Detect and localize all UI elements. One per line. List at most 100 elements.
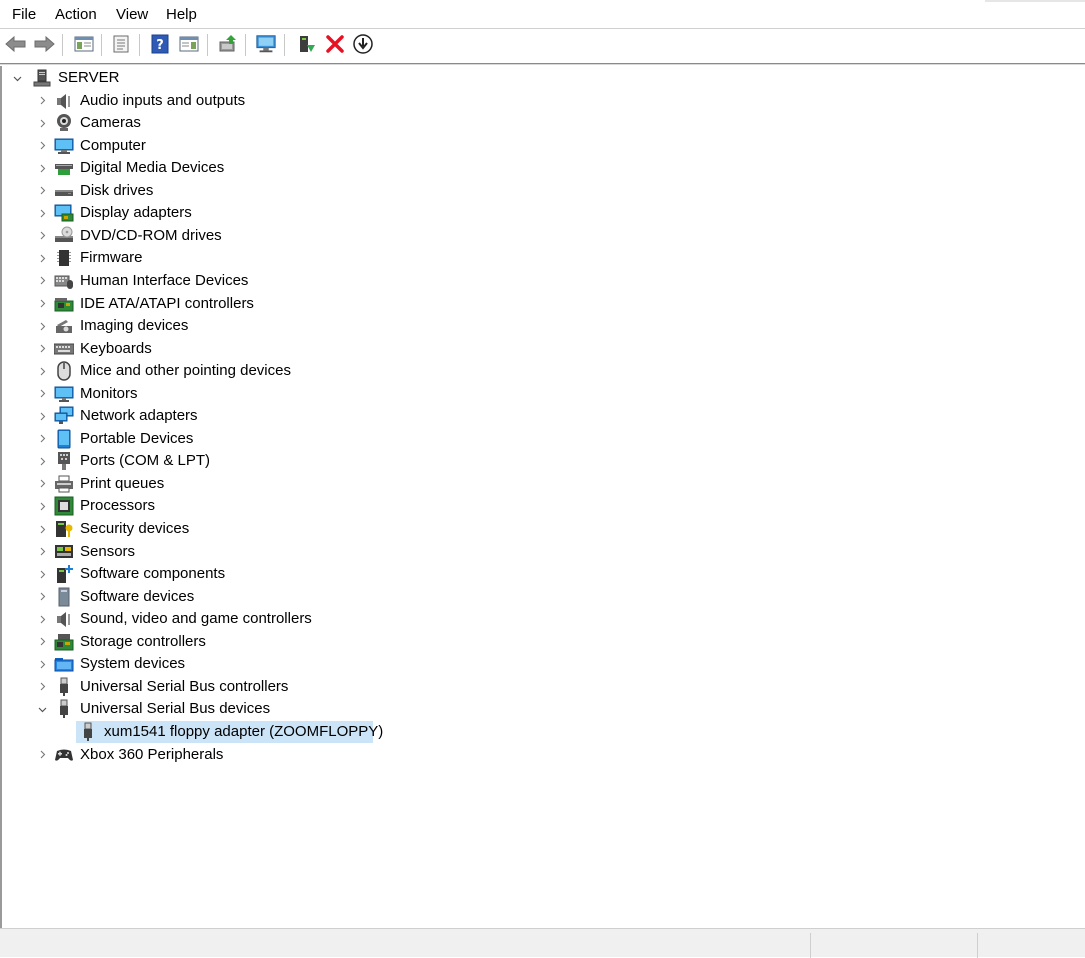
help-icon[interactable]: ?: [149, 33, 171, 55]
download-icon[interactable]: [352, 33, 374, 55]
expand-chevron-icon[interactable]: [37, 608, 47, 630]
mouse-icon: [54, 361, 74, 381]
device-category-item[interactable]: Imaging devices: [80, 315, 188, 337]
svg-text:?: ?: [156, 38, 164, 53]
device-category-item[interactable]: IDE ATA/ATAPI controllers: [80, 293, 254, 315]
network-icon: [54, 406, 74, 426]
expand-chevron-icon[interactable]: [37, 112, 47, 134]
expand-chevron-icon[interactable]: [37, 90, 47, 112]
device-category-item[interactable]: Universal Serial Bus devices: [80, 698, 270, 720]
expand-chevron-icon[interactable]: [37, 563, 47, 585]
device-category-item[interactable]: Software devices: [80, 586, 194, 608]
expand-chevron-icon[interactable]: [37, 270, 47, 292]
properties-icon[interactable]: [110, 33, 132, 55]
expand-chevron-icon[interactable]: [37, 180, 47, 202]
dvd-drive-icon: [54, 226, 74, 246]
media-device-icon: [54, 158, 74, 178]
expand-chevron-icon[interactable]: [37, 383, 47, 405]
expand-chevron-icon[interactable]: [37, 495, 47, 517]
window-edge: [985, 0, 1085, 2]
forward-icon[interactable]: [33, 33, 55, 55]
speaker-icon: [54, 609, 74, 629]
camera-icon: [54, 113, 74, 133]
port-icon: [54, 451, 74, 471]
expand-chevron-icon[interactable]: [37, 676, 47, 698]
toolbar-separator: [101, 34, 102, 56]
device-category-item[interactable]: Mice and other pointing devices: [80, 360, 291, 382]
expand-chevron-icon[interactable]: [37, 293, 47, 315]
expand-chevron-icon[interactable]: [37, 157, 47, 179]
device-category-item[interactable]: Monitors: [80, 383, 138, 405]
software-device-icon: [54, 587, 74, 607]
device-category-item[interactable]: Processors: [80, 495, 155, 517]
device-category-item[interactable]: System devices: [80, 653, 185, 675]
usb-icon: [54, 699, 74, 719]
device-category-item[interactable]: Portable Devices: [80, 428, 193, 450]
show-action-pane-icon[interactable]: [178, 33, 200, 55]
collapse-chevron-icon[interactable]: [12, 67, 22, 89]
device-category-item[interactable]: Human Interface Devices: [80, 270, 248, 292]
expand-chevron-icon[interactable]: [37, 518, 47, 540]
toolbar-separator: [245, 34, 246, 56]
menu-file[interactable]: File: [12, 6, 36, 24]
menu-help[interactable]: Help: [166, 6, 197, 24]
expand-chevron-icon[interactable]: [37, 338, 47, 360]
device-category-item[interactable]: Cameras: [80, 112, 141, 134]
expand-chevron-icon[interactable]: [37, 744, 47, 766]
device-category-item[interactable]: Software components: [80, 563, 225, 585]
gamepad-icon: [54, 745, 74, 765]
device-category-item[interactable]: Storage controllers: [80, 631, 206, 653]
device-category-item[interactable]: Security devices: [80, 518, 189, 540]
device-category-item[interactable]: Network adapters: [80, 405, 198, 427]
show-hide-console-tree-icon[interactable]: [73, 33, 95, 55]
update-driver-icon[interactable]: [217, 33, 239, 55]
device-category-item[interactable]: Sound, video and game controllers: [80, 608, 312, 630]
toolbar-border-shadow: [0, 64, 1085, 65]
portable-device-icon: [54, 429, 74, 449]
enable-device-icon[interactable]: [295, 33, 317, 55]
device-category-item[interactable]: Keyboards: [80, 338, 152, 360]
device-category-item[interactable]: Firmware: [80, 247, 143, 269]
collapse-chevron-icon[interactable]: [37, 698, 47, 720]
expand-chevron-icon[interactable]: [37, 247, 47, 269]
expand-chevron-icon[interactable]: [37, 360, 47, 382]
scan-hardware-icon[interactable]: [255, 33, 277, 55]
computer-icon: [54, 136, 74, 156]
device-category-item[interactable]: Audio inputs and outputs: [80, 90, 245, 112]
hid-icon: [54, 271, 74, 291]
expand-chevron-icon[interactable]: [37, 315, 47, 337]
expand-chevron-icon[interactable]: [37, 653, 47, 675]
expand-chevron-icon[interactable]: [37, 586, 47, 608]
expand-chevron-icon[interactable]: [37, 541, 47, 563]
device-category-item[interactable]: Display adapters: [80, 202, 192, 224]
device-tree[interactable]: SERVER Audio inputs and outputs Cameras Com…: [0, 66, 1085, 928]
expand-chevron-icon[interactable]: [37, 473, 47, 495]
expand-chevron-icon[interactable]: [37, 405, 47, 427]
menu-action[interactable]: Action: [55, 6, 97, 24]
expand-chevron-icon[interactable]: [37, 225, 47, 247]
device-category-item[interactable]: Ports (COM & LPT): [80, 450, 210, 472]
device-category-item[interactable]: Sensors: [80, 541, 135, 563]
device-category-item[interactable]: Disk drives: [80, 180, 153, 202]
expand-chevron-icon[interactable]: [37, 631, 47, 653]
device-category-item[interactable]: Computer: [80, 135, 146, 157]
device-category-item[interactable]: Print queues: [80, 473, 164, 495]
device-item[interactable]: xum1541 floppy adapter (ZOOMFLOPPY): [104, 721, 383, 743]
uninstall-device-icon[interactable]: [324, 33, 346, 55]
usb-icon: [54, 677, 74, 697]
device-category-item[interactable]: Xbox 360 Peripherals: [80, 744, 223, 766]
menu-view[interactable]: View: [116, 6, 148, 24]
tree-root-server[interactable]: SERVER: [58, 67, 119, 89]
device-category-item[interactable]: Universal Serial Bus controllers: [80, 676, 288, 698]
firmware-icon: [54, 248, 74, 268]
expand-chevron-icon[interactable]: [37, 202, 47, 224]
monitor-icon: [54, 384, 74, 404]
expand-chevron-icon[interactable]: [37, 450, 47, 472]
expand-chevron-icon[interactable]: [37, 428, 47, 450]
back-icon[interactable]: [5, 33, 27, 55]
menu-bar: File Action View Help: [0, 0, 1085, 28]
device-category-item[interactable]: Digital Media Devices: [80, 157, 224, 179]
expand-chevron-icon[interactable]: [37, 135, 47, 157]
device-category-item[interactable]: DVD/CD-ROM drives: [80, 225, 222, 247]
toolbar-separator: [139, 34, 140, 56]
